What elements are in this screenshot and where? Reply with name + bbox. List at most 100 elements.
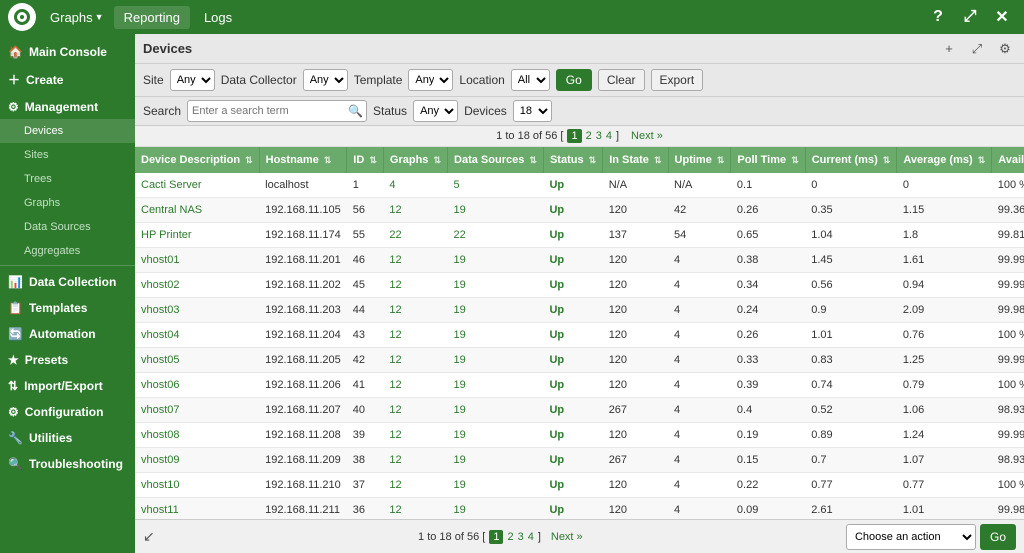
datacollector-select[interactable]: Any: [303, 69, 348, 91]
graphs-link[interactable]: 12: [389, 479, 401, 491]
sidebar-item-main-console[interactable]: 🏠 Main Console: [0, 38, 135, 64]
device-link[interactable]: HP Printer: [141, 229, 192, 241]
col-current[interactable]: Current (ms) ⇅: [805, 147, 897, 173]
add-button[interactable]: +: [938, 38, 960, 60]
graphs-link[interactable]: 12: [389, 329, 401, 341]
col-status[interactable]: Status ⇅: [543, 147, 602, 173]
action-go-button[interactable]: Go: [980, 524, 1016, 550]
action-select[interactable]: Choose an action Enable Disable Delete: [846, 524, 976, 550]
fullscreen-button[interactable]: ⤢: [966, 38, 988, 60]
datasources-link[interactable]: 19: [454, 379, 466, 391]
sidebar-item-utilities[interactable]: 🔧 Utilities: [0, 424, 135, 450]
col-description[interactable]: Device Description ⇅: [135, 147, 259, 173]
datasources-link[interactable]: 19: [454, 254, 466, 266]
sidebar-item-configuration[interactable]: ⚙ Configuration: [0, 398, 135, 424]
graphs-link[interactable]: 12: [389, 504, 401, 516]
datasources-link[interactable]: 19: [454, 454, 466, 466]
col-average[interactable]: Average (ms) ⇅: [897, 147, 992, 173]
bottom-page-4-link[interactable]: 4: [528, 531, 534, 543]
datasources-link[interactable]: 19: [454, 404, 466, 416]
datasources-link[interactable]: 19: [454, 204, 466, 216]
page-3-link[interactable]: 3: [596, 130, 602, 142]
sidebar-item-graphs[interactable]: Graphs: [0, 191, 135, 215]
sidebar-item-data-collection[interactable]: 📊 Data Collection: [0, 268, 135, 294]
datasources-link[interactable]: 19: [454, 279, 466, 291]
device-link[interactable]: vhost04: [141, 329, 180, 341]
page-1-link[interactable]: 1: [567, 129, 581, 143]
clear-button[interactable]: Clear: [598, 69, 645, 91]
device-link[interactable]: vhost07: [141, 404, 180, 416]
back-icon[interactable]: ↙: [143, 528, 155, 545]
bottom-next-link[interactable]: Next »: [551, 531, 583, 543]
export-button[interactable]: Export: [651, 69, 704, 91]
sidebar-item-automation[interactable]: 🔄 Automation: [0, 320, 135, 346]
logs-nav-item[interactable]: Logs: [194, 6, 242, 29]
col-hostname[interactable]: Hostname ⇅: [259, 147, 347, 173]
bottom-page-1-link[interactable]: 1: [489, 530, 503, 544]
datasources-link[interactable]: 19: [454, 429, 466, 441]
sidebar-item-sites[interactable]: Sites: [0, 143, 135, 167]
bottom-page-3-link[interactable]: 3: [518, 531, 524, 543]
search-input[interactable]: [187, 100, 367, 122]
device-link[interactable]: Cacti Server: [141, 179, 202, 191]
close-button[interactable]: ✕: [988, 3, 1016, 31]
graphs-link[interactable]: 12: [389, 304, 401, 316]
graphs-link[interactable]: 12: [389, 279, 401, 291]
page-4-link[interactable]: 4: [606, 130, 612, 142]
col-instate[interactable]: In State ⇅: [603, 147, 668, 173]
graphs-link[interactable]: 12: [389, 429, 401, 441]
device-link[interactable]: vhost11: [141, 504, 179, 516]
col-id[interactable]: ID ⇅: [347, 147, 384, 173]
datasources-link[interactable]: 19: [454, 479, 466, 491]
sidebar-item-templates[interactable]: 📋 Templates: [0, 294, 135, 320]
graphs-link[interactable]: 22: [389, 229, 401, 241]
device-link[interactable]: vhost08: [141, 429, 180, 441]
go-button[interactable]: Go: [556, 69, 592, 91]
maximize-button[interactable]: ⤢: [956, 3, 984, 31]
sidebar-item-devices[interactable]: Devices: [0, 119, 135, 143]
graphs-link[interactable]: 4: [389, 179, 395, 191]
help-button[interactable]: ?: [924, 3, 952, 31]
datasources-link[interactable]: 5: [454, 179, 460, 191]
graphs-nav-item[interactable]: Graphs ▼: [44, 6, 110, 29]
datasources-link[interactable]: 19: [454, 504, 466, 516]
device-link[interactable]: vhost01: [141, 254, 180, 266]
graphs-link[interactable]: 12: [389, 254, 401, 266]
sidebar-item-aggregates[interactable]: Aggregates: [0, 239, 135, 263]
graphs-link[interactable]: 12: [389, 204, 401, 216]
settings-button[interactable]: ⚙: [994, 38, 1016, 60]
device-link[interactable]: vhost03: [141, 304, 180, 316]
device-link[interactable]: vhost02: [141, 279, 180, 291]
col-datasources[interactable]: Data Sources ⇅: [448, 147, 544, 173]
graphs-link[interactable]: 12: [389, 379, 401, 391]
datasources-link[interactable]: 19: [454, 354, 466, 366]
bottom-page-2-link[interactable]: 2: [507, 531, 513, 543]
sidebar-item-data-sources[interactable]: Data Sources: [0, 215, 135, 239]
status-select[interactable]: Any: [413, 100, 458, 122]
reporting-nav-item[interactable]: Reporting: [114, 6, 190, 29]
location-select[interactable]: All: [511, 69, 550, 91]
col-uptime[interactable]: Uptime ⇅: [668, 147, 731, 173]
page-2-link[interactable]: 2: [586, 130, 592, 142]
device-link[interactable]: vhost06: [141, 379, 180, 391]
devices-per-page-select[interactable]: 18 30 50: [513, 100, 552, 122]
sidebar-item-troubleshooting[interactable]: 🔍 Troubleshooting: [0, 450, 135, 476]
next-link-top[interactable]: Next »: [631, 130, 663, 142]
site-select[interactable]: Any: [170, 69, 215, 91]
datasources-link[interactable]: 22: [454, 229, 466, 241]
device-link[interactable]: vhost10: [141, 479, 180, 491]
device-link[interactable]: vhost05: [141, 354, 180, 366]
datasources-link[interactable]: 19: [454, 304, 466, 316]
graphs-link[interactable]: 12: [389, 354, 401, 366]
sidebar-item-import-export[interactable]: ⇅ Import/Export: [0, 372, 135, 398]
col-availability[interactable]: Availability ⇅: [992, 147, 1024, 173]
graphs-link[interactable]: 12: [389, 404, 401, 416]
sidebar-item-trees[interactable]: Trees: [0, 167, 135, 191]
col-graphs[interactable]: Graphs ⇅: [383, 147, 447, 173]
template-select[interactable]: Any: [408, 69, 453, 91]
sidebar-item-management[interactable]: ⚙ Management: [0, 93, 135, 119]
sidebar-item-create[interactable]: ＋ Create: [0, 64, 135, 93]
datasources-link[interactable]: 19: [454, 329, 466, 341]
graphs-link[interactable]: 12: [389, 454, 401, 466]
col-polltime[interactable]: Poll Time ⇅: [731, 147, 805, 173]
